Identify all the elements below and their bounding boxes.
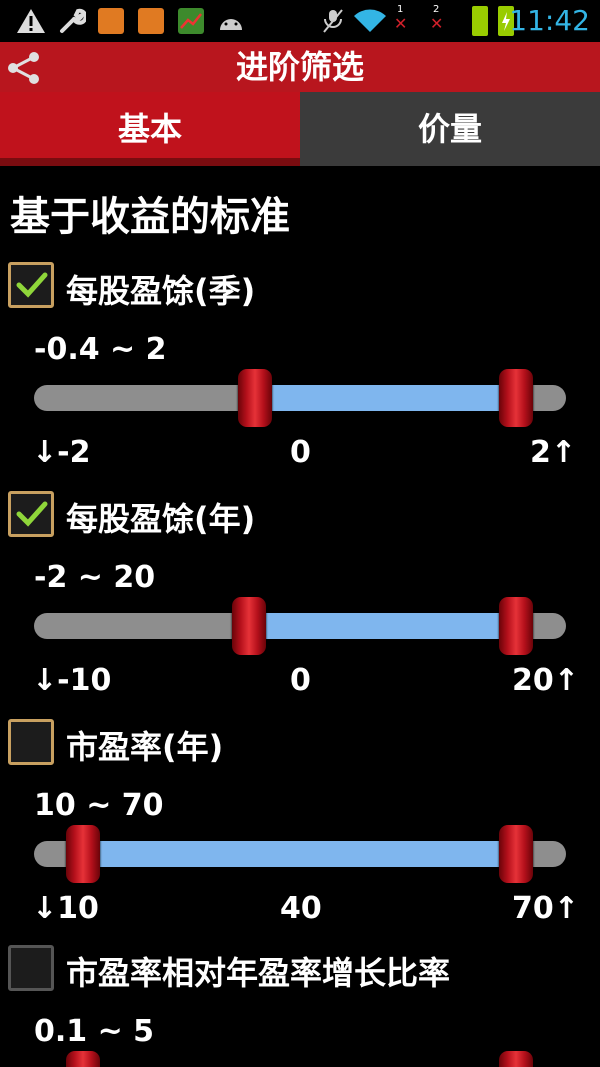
range-slider[interactable]: [34, 613, 566, 639]
slider-max-label: 70↑: [512, 891, 579, 926]
slider-min-label: ↓-2: [32, 435, 91, 470]
wrench-icon: [56, 6, 88, 36]
slider-selected-range: [255, 385, 516, 411]
app-icon: [136, 6, 166, 36]
range-slider[interactable]: [34, 841, 566, 867]
tab-price-volume[interactable]: 价量: [300, 92, 600, 166]
slider-mid-label: 0: [290, 435, 311, 470]
android-icon: [216, 6, 246, 36]
signal-2-icon: 2 ✕: [430, 4, 444, 33]
slider-max-handle[interactable]: [499, 369, 533, 427]
slider-min-label: ↓-10: [32, 663, 112, 698]
slider-max-handle[interactable]: [499, 597, 533, 655]
slider-min-handle[interactable]: [66, 825, 100, 883]
slider-min-handle[interactable]: [232, 597, 266, 655]
page-title: 进阶筛选: [235, 48, 364, 86]
section-heading: 基于收益的标准: [10, 194, 290, 240]
pe-year-checkbox[interactable]: [8, 719, 54, 765]
tab-bar: 基本 价量: [0, 92, 600, 166]
wifi-icon: [352, 6, 388, 36]
chart-icon: [176, 6, 206, 36]
slider-selected-range: [249, 613, 516, 639]
peg-checkbox[interactable]: [8, 945, 54, 991]
share-icon[interactable]: [4, 48, 44, 88]
eps-quarter-checkbox[interactable]: [8, 262, 54, 308]
checkmark-icon: [16, 501, 48, 527]
criterion-label: 市盈率(年): [66, 728, 224, 766]
slider-min-handle[interactable]: [238, 369, 272, 427]
slider-selected-range: [83, 841, 516, 867]
slider-max-handle[interactable]: [499, 825, 533, 883]
warning-icon: [14, 6, 48, 36]
slider-max-handle[interactable]: [499, 1051, 533, 1067]
mute-icon: [318, 6, 348, 36]
criterion-label: 市盈率相对年盈率增长比率: [66, 954, 451, 992]
eps-year-checkbox[interactable]: [8, 491, 54, 537]
clock: 11:42: [509, 4, 590, 37]
criterion-label: 每股盈馀(季): [66, 272, 256, 310]
battery-icon: [470, 6, 490, 36]
checkmark-icon: [16, 272, 48, 298]
range-value: -2 ~ 20: [34, 560, 156, 595]
criterion-label: 每股盈馀(年): [66, 500, 256, 538]
slider-mid-label: 0: [290, 663, 311, 698]
slider-min-handle[interactable]: [66, 1051, 100, 1067]
range-value: -0.4 ~ 2: [34, 332, 167, 367]
range-slider[interactable]: [34, 385, 566, 411]
signal-1-icon: 1 ✕: [394, 4, 408, 33]
range-value: 0.1 ~ 5: [34, 1014, 155, 1049]
range-value: 10 ~ 70: [34, 788, 164, 823]
slider-min-label: ↓10: [32, 891, 99, 926]
slider-mid-label: 40: [280, 891, 322, 926]
title-bar: 进阶筛选: [0, 42, 600, 92]
app-icon: [96, 6, 126, 36]
slider-max-label: 2↑: [530, 435, 577, 470]
tab-basic[interactable]: 基本: [0, 92, 300, 166]
slider-max-label: 20↑: [512, 663, 579, 698]
status-bar: 1 ✕ 2 ✕ 11:42: [0, 0, 600, 42]
